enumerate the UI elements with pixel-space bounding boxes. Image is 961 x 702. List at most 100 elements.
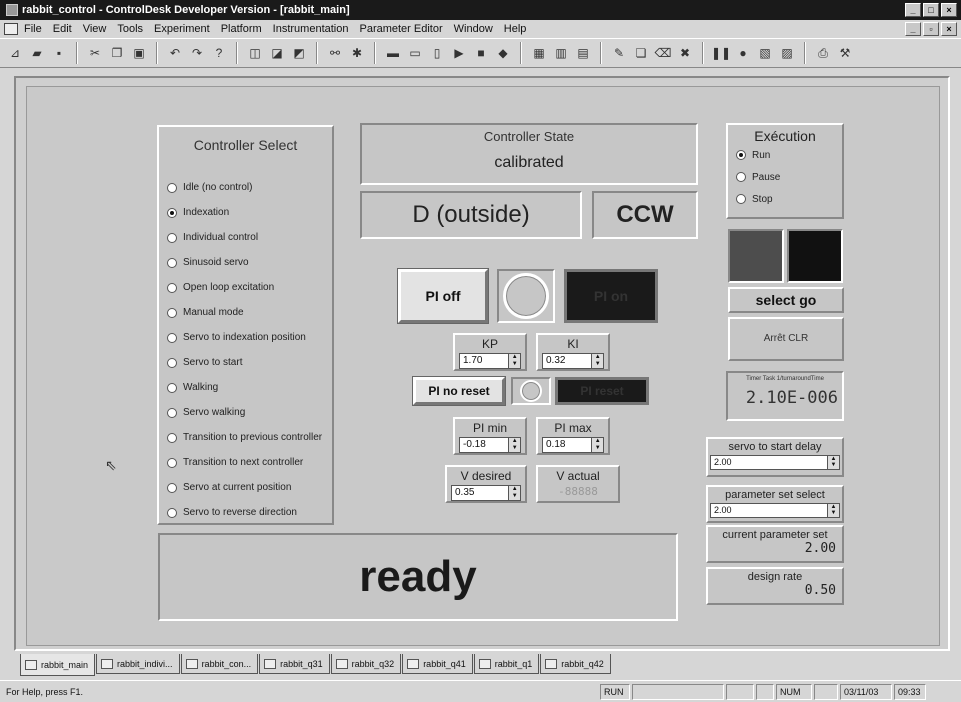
redo-icon[interactable]: ↷ [188, 44, 206, 62]
stop-icon[interactable]: ■ [472, 44, 490, 62]
document-icon[interactable] [4, 23, 18, 35]
delete-icon[interactable]: ✖ [676, 44, 694, 62]
help-pointer-icon[interactable]: ? [210, 44, 228, 62]
radio-button[interactable] [167, 457, 177, 468]
controller-option[interactable]: Servo to start [167, 350, 322, 375]
edit-mode-icon[interactable]: ▯ [428, 44, 446, 62]
execution-option[interactable]: Stop [728, 188, 842, 210]
doc-close-button[interactable]: × [941, 22, 957, 36]
menu-experiment[interactable]: Experiment [154, 23, 210, 35]
doc-restore-button[interactable]: ▫ [923, 22, 939, 36]
menu-tools[interactable]: Tools [117, 23, 143, 35]
pi-reset-button[interactable]: PI reset [555, 377, 649, 405]
pi-max-spinner[interactable]: ▲ ▼ [592, 437, 604, 453]
controller-option[interactable]: Servo at current position [167, 475, 322, 500]
copy-b-icon[interactable]: ❏ [632, 44, 650, 62]
controller-option[interactable]: Individual control [167, 225, 322, 250]
kp-input[interactable]: 1.70 [459, 353, 510, 369]
radio-button[interactable] [167, 282, 177, 293]
pi-max-input[interactable]: 0.18 [542, 437, 593, 453]
pause-icon[interactable]: ❚❚ [711, 44, 731, 62]
ki-input[interactable]: 0.32 [542, 353, 593, 369]
radio-button[interactable] [167, 407, 177, 418]
controller-option[interactable]: Manual mode [167, 300, 322, 325]
pi-on-button[interactable]: PI on [564, 269, 658, 323]
maximize-button[interactable]: □ [923, 3, 939, 17]
close-button[interactable]: × [941, 3, 957, 17]
controller-option[interactable]: Transition to previous controller [167, 425, 322, 450]
instrument-b-icon[interactable]: ◪ [268, 44, 286, 62]
animation-icon[interactable]: ▬ [384, 44, 402, 62]
kp-spinner[interactable]: ▲ ▼ [509, 353, 521, 369]
layout-tab[interactable]: rabbit_q31 [259, 654, 330, 674]
save-icon[interactable]: ▪ [50, 44, 68, 62]
radio-button[interactable] [167, 507, 177, 518]
v-desired-input[interactable]: 0.35 [451, 485, 510, 501]
servo-delay-spinner[interactable]: ▲ ▼ [828, 455, 840, 470]
controller-option[interactable]: Idle (no control) [167, 175, 322, 200]
capture-b-icon[interactable]: ▨ [778, 44, 796, 62]
radio-button[interactable] [167, 257, 177, 268]
execution-option[interactable]: Run [728, 144, 842, 166]
radio-button[interactable] [167, 357, 177, 368]
param-select-spinner[interactable]: ▲ ▼ [828, 503, 840, 518]
grid-b-icon[interactable]: ▥ [552, 44, 570, 62]
pen-icon[interactable]: ✎ [610, 44, 628, 62]
layout-tab[interactable]: rabbit_q42 [540, 654, 611, 674]
grid-c-icon[interactable]: ▤ [574, 44, 592, 62]
v-desired-spinner[interactable]: ▲ ▼ [509, 485, 521, 501]
print-icon[interactable]: ⎙ [814, 44, 832, 62]
menu-instrumentation[interactable]: Instrumentation [273, 23, 349, 35]
radio-button[interactable] [167, 382, 177, 393]
servo-delay-input[interactable]: 2.00 [710, 455, 828, 470]
instrument-c-icon[interactable]: ◩ [290, 44, 308, 62]
radio-button[interactable] [736, 150, 746, 160]
controller-option[interactable]: Servo to indexation position [167, 325, 322, 350]
layout-tab[interactable]: rabbit_q1 [473, 654, 540, 674]
radio-button[interactable] [167, 232, 177, 243]
controller-option[interactable]: Open loop excitation [167, 275, 322, 300]
param-select-input[interactable]: 2.00 [710, 503, 828, 518]
layout-tab[interactable]: rabbit_con... [180, 654, 259, 674]
menu-file[interactable]: File [24, 23, 42, 35]
pi-min-spinner[interactable]: ▲ ▼ [509, 437, 521, 453]
menu-view[interactable]: View [83, 23, 107, 35]
layout-tab[interactable]: rabbit_q32 [330, 654, 402, 674]
play-icon[interactable]: ▶ [450, 44, 468, 62]
capture-a-icon[interactable]: ▧ [756, 44, 774, 62]
pi-off-button[interactable]: PI off [397, 268, 489, 324]
select-go-button[interactable]: select go [728, 287, 844, 313]
controller-option[interactable]: Servo to reverse direction [167, 500, 322, 525]
ki-spinner[interactable]: ▲ ▼ [592, 353, 604, 369]
doc-minimize-button[interactable]: _ [905, 22, 921, 36]
radio-button[interactable] [167, 482, 177, 493]
radio-button[interactable] [736, 172, 746, 182]
controller-option[interactable]: Sinusoid servo [167, 250, 322, 275]
record-icon[interactable]: ● [734, 44, 752, 62]
execution-option[interactable]: Pause [728, 166, 842, 188]
menu-platform[interactable]: Platform [221, 23, 262, 35]
controller-option[interactable]: Indexation [167, 200, 322, 225]
controller-option[interactable]: Servo walking [167, 400, 322, 425]
layout-icon[interactable]: ▭ [406, 44, 424, 62]
radio-button[interactable] [736, 194, 746, 204]
menu-window[interactable]: Window [454, 23, 493, 35]
arret-clr-button[interactable]: Arrêt CLR [728, 317, 844, 361]
radio-button[interactable] [167, 332, 177, 343]
radio-button[interactable] [167, 182, 177, 193]
radio-button[interactable] [167, 207, 177, 218]
pi-min-input[interactable]: -0.18 [459, 437, 510, 453]
open-icon[interactable]: ▰ [28, 44, 46, 62]
grid-a-icon[interactable]: ▦ [530, 44, 548, 62]
layout-tab[interactable]: rabbit_indivi... [96, 654, 180, 674]
minimize-button[interactable]: _ [905, 3, 921, 17]
tool-icon[interactable]: ⚒ [836, 44, 854, 62]
instrument-a-icon[interactable]: ◫ [246, 44, 264, 62]
platform-icon[interactable]: ✱ [348, 44, 366, 62]
paste-icon[interactable]: ▣ [130, 44, 148, 62]
connect-icon[interactable]: ⚯ [326, 44, 344, 62]
radio-button[interactable] [167, 432, 177, 443]
layout-tab[interactable]: rabbit_q41 [402, 654, 473, 674]
menu-help[interactable]: Help [504, 23, 527, 35]
new-layout-icon[interactable]: ⊿ [6, 44, 24, 62]
